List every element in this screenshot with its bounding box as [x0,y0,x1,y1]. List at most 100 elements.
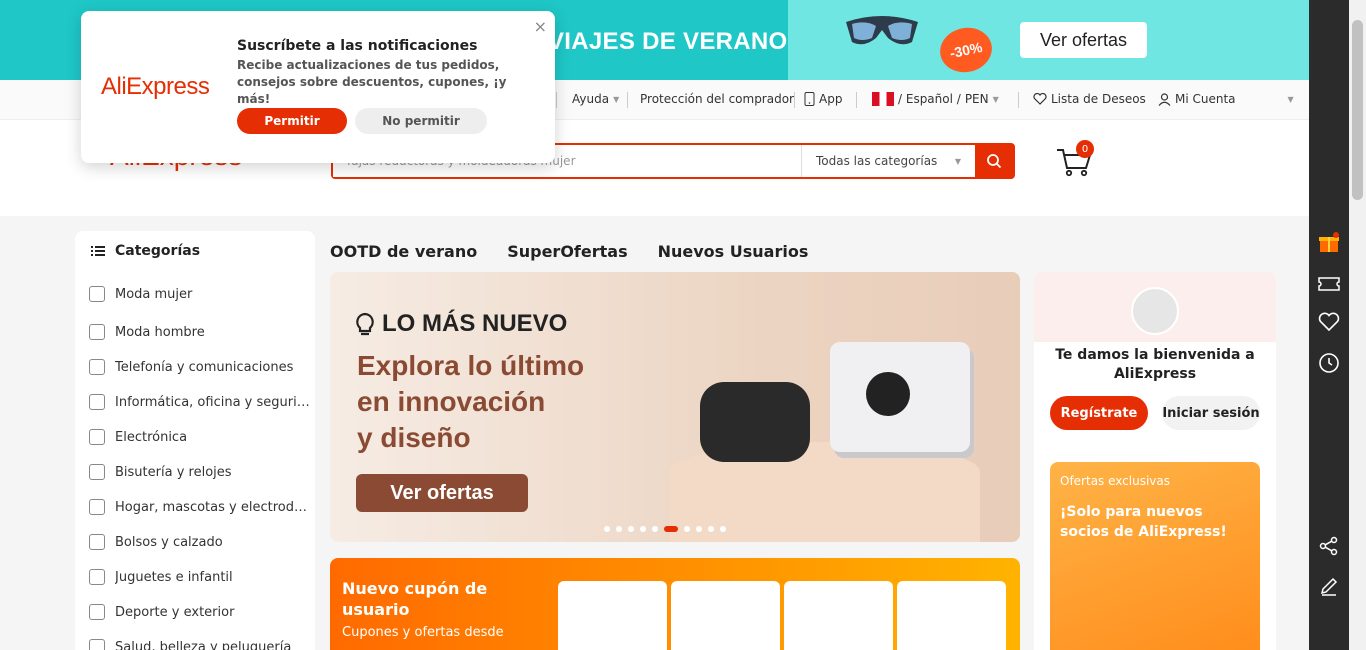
scrollbar-thumb[interactable] [1352,20,1363,200]
categories-heading-label: Categorías [115,243,201,259]
camera-icon [89,429,105,445]
heart-icon [1033,93,1047,105]
category-select-label: Todas las categorías [816,154,938,168]
carousel-dot[interactable] [720,526,726,532]
heart-icon[interactable] [1317,310,1341,334]
nav-wishlist-label: Lista de Deseos [1051,92,1146,106]
category-item-salud[interactable]: Salud, belleza y peluquería [89,639,311,650]
offer-tag: Ofertas exclusivas [1060,474,1171,488]
hero-headline-line2: en innovación [357,386,546,417]
sofa-icon [89,499,105,515]
coupon-product-memory-card[interactable] [897,581,1006,650]
coupon-subtitle: Cupones y ofertas desde [342,625,504,640]
phone-icon [89,359,105,375]
avatar [1131,287,1179,335]
allow-notifications-button[interactable]: Permitir [237,108,347,134]
coupon-product-earbuds[interactable] [671,581,780,650]
category-item-telefonia[interactable]: Telefonía y comunicaciones [89,359,311,375]
nav-currency-label: PEN [964,92,989,106]
nav-account[interactable]: Mi Cuenta ▼ [1158,92,1294,106]
hero-carousel[interactable]: LO MÁS NUEVO Explora lo último en innova… [330,272,1020,542]
hero-headline-line3: y diseño [357,422,471,453]
exclusive-offers-card[interactable]: Ofertas exclusivas ¡Solo para nuevos soc… [1050,462,1260,650]
carousel-dot[interactable] [696,526,702,532]
tab-ootd[interactable]: OOTD de verano [330,242,477,261]
ring-icon [89,464,105,480]
nav-divider [856,92,857,108]
coupon-product-sunglasses[interactable] [784,581,893,650]
category-label: Moda hombre [115,324,205,340]
promo-cta-button[interactable]: Ver ofertas [1020,22,1147,58]
edit-icon[interactable] [1317,574,1341,598]
nav-locale[interactable]: / Español / PEN ▼ [872,92,999,106]
page-scrollbar[interactable] [1349,0,1366,650]
category-item-hogar[interactable]: Hogar, mascotas y electrodomésticos [89,499,311,515]
carousel-dot[interactable] [652,526,658,532]
shirt-icon [89,324,105,340]
nav-wishlist[interactable]: Lista de Deseos [1033,92,1146,106]
category-label: Hogar, mascotas y electrodomésticos [115,499,311,515]
nav-locale-label: / Español / [898,92,961,106]
popup-description: Recibe actualizaciones de tus pedidos, c… [237,58,507,106]
share-icon[interactable] [1317,534,1341,558]
chevron-down-icon: ▼ [954,156,961,166]
category-label: Moda mujer [115,286,193,302]
carousel-dot[interactable] [616,526,622,532]
carousel-dot[interactable] [604,526,610,532]
category-item-moda-mujer[interactable]: Moda mujer [89,286,311,302]
hero-tag-label: LO MÁS NUEVO [382,310,568,337]
laptop-icon [89,394,105,410]
carousel-dot[interactable] [664,526,678,532]
menu-icon [91,246,105,256]
register-button[interactable]: Regístrate [1050,396,1148,430]
category-item-moda-hombre[interactable]: Moda hombre [89,324,311,340]
tab-superofertas[interactable]: SuperOfertas [507,242,627,261]
carousel-dot[interactable] [708,526,714,532]
nav-buyer-protection-label: Protección del comprador [640,92,794,106]
carousel-dot[interactable] [684,526,690,532]
coupon-icon[interactable] [1317,272,1341,296]
search-button[interactable] [975,145,1013,177]
gift-icon[interactable] [1317,230,1341,254]
nav-app[interactable]: App [804,92,842,106]
hero-headline-line1: Explora lo último [357,350,585,381]
hero-cta-button[interactable]: Ver ofertas [356,474,528,512]
promo-title: VIAJES DE VERANO [548,28,788,55]
category-item-informatica[interactable]: Informática, oficina y seguridad [89,394,311,410]
section-tabs: OOTD de verano SuperOfertas Nuevos Usuar… [330,242,808,261]
chevron-down-icon: ▼ [1287,94,1294,104]
mini-pc-fan [866,372,910,416]
history-icon[interactable] [1317,351,1341,375]
category-item-bisuteria[interactable]: Bisutería y relojes [89,464,311,480]
carousel-dots [604,526,726,532]
category-item-bolsos[interactable]: Bolsos y calzado [89,534,311,550]
category-label: Bolsos y calzado [115,534,223,550]
category-item-electronica[interactable]: Electrónica [89,429,311,445]
tab-nuevos-usuarios[interactable]: Nuevos Usuarios [658,242,809,261]
dress-icon [89,286,105,302]
new-user-coupon-panel[interactable]: Nuevo cupón de usuario Cupones y ofertas… [330,558,1020,650]
login-button[interactable]: Iniciar sesión [1162,396,1260,430]
coupon-product-smartwatch[interactable] [558,581,667,650]
nav-buyer-protection[interactable]: Protección del comprador [640,92,794,106]
search-icon [987,154,1002,169]
carousel-dot[interactable] [640,526,646,532]
category-label: Telefonía y comunicaciones [115,359,294,375]
deny-notifications-button[interactable]: No permitir [355,108,487,134]
category-item-juguetes[interactable]: Juguetes e infantil [89,569,311,585]
mobile-phone-icon [804,92,815,106]
close-icon[interactable]: × [534,17,547,36]
category-select[interactable]: Todas las categorías ▼ [801,145,975,177]
nav-help[interactable]: Ayuda ▼ [572,92,619,106]
categories-panel: Categorías Moda mujer Moda hombre Telefo… [75,231,315,650]
category-label: Electrónica [115,429,188,445]
right-toolbar [1309,0,1349,650]
category-item-deporte[interactable]: Deporte y exterior [89,604,311,620]
nav-divider [556,92,557,108]
categories-heading[interactable]: Categorías [91,243,200,259]
category-label: Juguetes e infantil [115,569,233,585]
nav-account-label: Mi Cuenta [1175,92,1236,106]
popup-logo: AliExpress [101,73,210,100]
carousel-dot[interactable] [628,526,634,532]
nav-divider [627,92,628,108]
